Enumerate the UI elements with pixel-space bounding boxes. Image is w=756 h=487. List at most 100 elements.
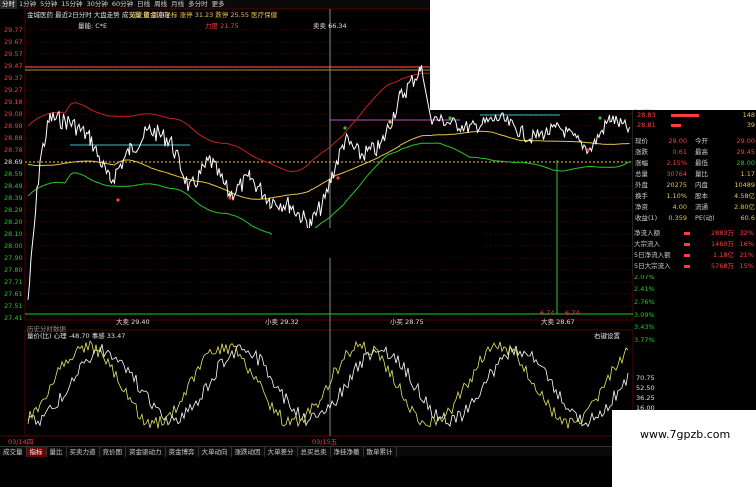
sell-volume-label: 卖卖 66.34	[313, 22, 347, 30]
date-left: 03/14四	[8, 438, 34, 446]
quote-key-2: 今开	[695, 137, 708, 145]
indicator-tab-7[interactable]: 大单动向	[199, 446, 232, 457]
flow-bar	[684, 232, 690, 235]
quote-key-2: PE(动)	[695, 214, 715, 222]
quote-row: 涨幅 2.15% 最低 28.00	[633, 158, 756, 169]
flow-value: 1.18亿	[713, 251, 734, 259]
price-tick: 28.29	[4, 206, 23, 214]
quote-val-1: 20275	[666, 181, 687, 189]
indicator-tab-5[interactable]: 资金驱动力	[126, 446, 166, 457]
price-tick: 28.39	[4, 194, 23, 202]
price-tick: 28.69	[4, 158, 23, 166]
indicator-tab-4[interactable]: 竞价图	[100, 446, 126, 457]
indicator-tab-2[interactable]: 量比	[47, 446, 67, 457]
price-tick: 29.27	[4, 86, 23, 94]
flow-value: 2883万	[710, 229, 734, 237]
quote-val-2: 60.6	[740, 214, 755, 222]
quote-row: 涨跌 0.61 最高 29.45	[633, 147, 756, 158]
quote-row: 换手 1.10% 股本 4.58亿	[633, 191, 756, 202]
indicator-tab-10[interactable]: 总买总卖	[298, 446, 331, 457]
signal-dots	[116, 116, 602, 202]
flow-value: 5768万	[710, 262, 734, 270]
indicator-tab-0[interactable]: 成交量	[0, 446, 27, 457]
flow-pct: 21%	[739, 251, 754, 259]
price-tick: 28.59	[4, 170, 23, 178]
quote-key-1: 现价	[635, 137, 648, 145]
quote-key-1: 涨幅	[635, 159, 648, 167]
watermark-text: www.7gpzb.com	[640, 428, 731, 441]
flow-row: 大宗流入 1460万 16%	[632, 239, 756, 250]
price-tick: 29.67	[4, 38, 23, 46]
quote-val-1: 0.61	[672, 148, 687, 156]
flow-value: 1460万	[710, 240, 734, 248]
watermark: www.7gpzb.com	[612, 410, 756, 487]
flow-bar	[684, 254, 690, 257]
flow-pct: 32%	[739, 229, 754, 237]
indicator-line-2	[27, 340, 629, 429]
chart-header-energy: 量能: C*E	[78, 22, 108, 30]
quote-key-1: 净资	[635, 203, 648, 211]
quote-val-2: 29.00	[736, 137, 755, 145]
price-tick: 28.78	[4, 146, 23, 154]
quote-key-1: 外盘	[635, 181, 648, 189]
marker-big-sell-1: 大卖 29.40	[116, 318, 150, 326]
flow-key: 净流入额	[634, 229, 660, 237]
indicator-tab-1[interactable]: 指标	[26, 446, 47, 457]
bid1-price: 28.81	[637, 121, 656, 129]
percent-tick: 2.41%	[634, 285, 655, 294]
quote-row: 外盘 20275 内盘 10489	[633, 180, 756, 191]
price-tick: 28.20	[4, 218, 23, 226]
quote-row: 净资 4.00 流通 2.80亿	[633, 202, 756, 213]
price-tick: 29.18	[4, 98, 23, 106]
support-curve	[27, 142, 630, 243]
marker-big-sell-2: 大卖 28.67	[541, 318, 575, 326]
flow-bar	[684, 265, 690, 268]
flow-pct: 16%	[739, 240, 754, 248]
indicator-tab-11[interactable]: 净挂净撤	[331, 446, 364, 457]
quote-key-2: 量比	[695, 170, 708, 178]
price-tick: 27.71	[4, 278, 23, 286]
flow-row: 5日大宗流入 5768万 15%	[632, 261, 756, 272]
signal-dot	[336, 176, 340, 180]
quote-key-1: 总量	[635, 170, 648, 178]
signal-dot	[116, 198, 120, 202]
quote-val-1: 30764	[666, 170, 687, 178]
price-tick: 27.51	[4, 302, 23, 310]
bid1-bar	[671, 124, 681, 127]
indicator-tab-9[interactable]: 大单差分	[265, 446, 298, 457]
price-tick: 28.10	[4, 230, 23, 238]
price-tick: 27.80	[4, 266, 23, 274]
quote-key-2: 最高	[695, 148, 708, 156]
signal-dot	[448, 116, 452, 120]
price-tick: 29.47	[4, 62, 23, 70]
price-tick: 27.90	[4, 254, 23, 262]
price-tick: 27.41	[4, 314, 23, 322]
price-tick: 28.98	[4, 122, 23, 130]
percent-tick: 2.76%	[634, 298, 655, 306]
indicator-tick: 36.25	[636, 394, 655, 402]
flow-key: 大宗流入	[634, 240, 660, 248]
quote-key-2: 股本	[695, 192, 708, 200]
flow-key: 5日大宗流入	[634, 262, 671, 270]
price-tick: 28.49	[4, 182, 23, 190]
indicator-tab-6[interactable]: 资金博弈	[166, 446, 199, 457]
price-tick: 29.57	[4, 50, 23, 58]
bid1-row: 28.81 39	[633, 120, 756, 131]
quote-val-2: 4.58亿	[734, 192, 755, 200]
indicator-tab-12[interactable]: 散单累计	[364, 446, 397, 457]
indicator-title: 量价(比) 心理 -48.70 事感 33.47	[27, 332, 126, 340]
indicator-tab-3[interactable]: 买卖力道	[67, 446, 100, 457]
occluded-area	[430, 0, 756, 110]
percent-tick: 3.77%	[634, 336, 655, 344]
quote-val-1: 29.00	[668, 137, 687, 145]
quote-row: 总量 30764 量比 1.17	[633, 169, 756, 180]
capital-flow-panel: 净流入额 2883万 32% 大宗流入 1460万 16% 5日净流入额 1.18亿 21% 5日…	[632, 228, 756, 276]
quote-val-2: 1.17	[740, 170, 755, 178]
percent-tick: 3.43%	[634, 323, 655, 332]
indicator-tab-8[interactable]: 涨跌动因	[232, 446, 265, 457]
quote-val-1: 1.10%	[666, 192, 687, 200]
marker-value-1: 6.74	[540, 309, 555, 317]
indicator-settings-button[interactable]: 右键设置	[594, 332, 620, 340]
indicator-tab-bar: 成交量 指标 量比 买卖力道 竞价图 资金驱动力 资金博弈 大单动向 涨跌动因 大单差分 总买总卖净…	[0, 446, 612, 457]
bid1-volume: 39	[746, 121, 755, 129]
